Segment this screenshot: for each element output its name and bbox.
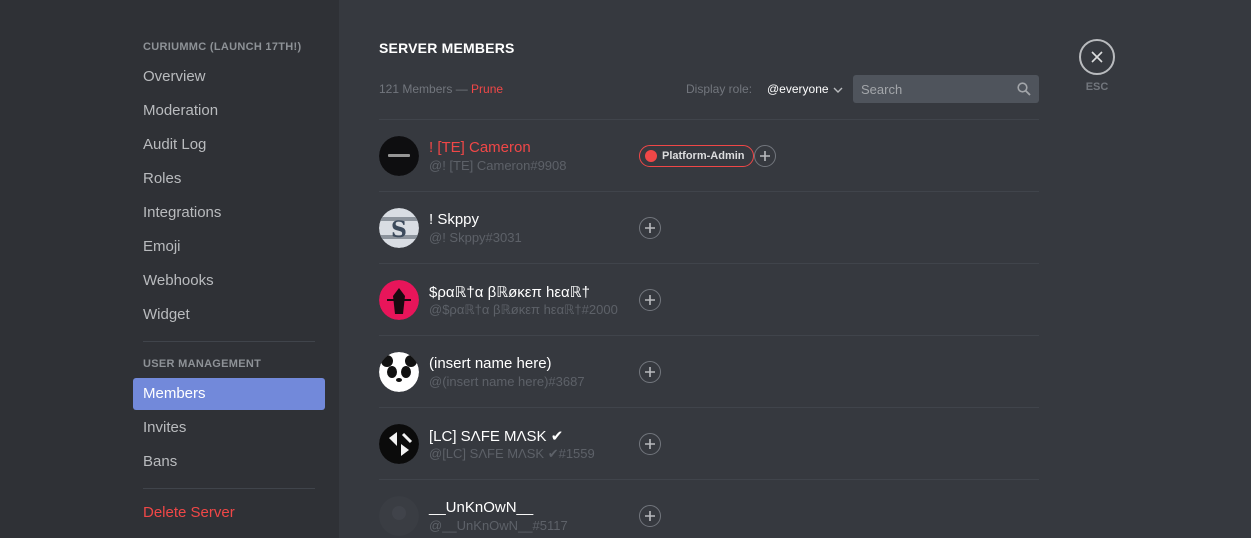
avatar[interactable] <box>379 136 419 176</box>
search-input[interactable] <box>853 75 1013 103</box>
sidebar-item-integrations[interactable]: Integrations <box>133 197 325 229</box>
add-role-button[interactable] <box>754 145 776 167</box>
server-name-header: CURIUMMC (LAUNCH 17TH!) <box>143 41 302 53</box>
add-role-button[interactable] <box>639 289 661 311</box>
member-row: [LC] SΛFE MΛSK ✔ @[LC] SΛFE MΛSK ✔#1559 <box>379 408 1039 480</box>
sidebar-item-audit-log[interactable]: Audit Log <box>133 129 325 161</box>
member-name[interactable]: $ραℝ†α βℝøκεπ hεαℝ† <box>429 283 590 301</box>
sidebar-item-emoji[interactable]: Emoji <box>133 231 325 263</box>
close-button[interactable] <box>1079 39 1115 75</box>
plus-icon <box>645 223 655 233</box>
member-row: $ραℝ†α βℝøκεπ hεαℝ† @$ραℝ†α βℝøκεπ hεαℝ†… <box>379 264 1039 336</box>
avatar[interactable]: S <box>379 208 419 248</box>
role-pill[interactable]: Platform-Admin <box>639 145 754 167</box>
search-box <box>853 75 1039 103</box>
sidebar-item-invites[interactable]: Invites <box>133 412 325 444</box>
user-management-header: USER MANAGEMENT <box>143 358 262 370</box>
add-role-button[interactable] <box>639 361 661 383</box>
member-name[interactable]: ! Skppy <box>429 211 479 228</box>
plus-icon <box>645 367 655 377</box>
prune-link[interactable]: Prune <box>471 82 503 96</box>
close-control: ESC <box>1079 39 1115 93</box>
member-tag: @[LC] SΛFE MΛSK ✔#1559 <box>429 446 595 461</box>
member-row: __UnKnOwN__ @__UnKnOwN__#5117 <box>379 480 1039 538</box>
add-role-button[interactable] <box>639 433 661 455</box>
plus-icon <box>760 151 770 161</box>
search-icon <box>1017 82 1031 96</box>
plus-icon <box>645 511 655 521</box>
page-title: SERVER MEMBERS <box>379 40 515 56</box>
member-name[interactable]: (insert name here) <box>429 355 552 372</box>
member-count: 121 Members — Prune <box>379 82 503 96</box>
sidebar-divider <box>143 341 315 342</box>
member-name[interactable]: ! [TE] Cameron <box>429 139 531 156</box>
member-name[interactable]: __UnKnOwN__ <box>429 499 533 516</box>
member-tag: @(insert name here)#3687 <box>429 374 585 389</box>
avatar[interactable] <box>379 280 419 320</box>
role-name: Platform-Admin <box>662 150 745 162</box>
add-role-button[interactable] <box>639 505 661 527</box>
member-tag: @! [TE] Cameron#9908 <box>429 158 567 173</box>
member-tag: @__UnKnOwN__#5117 <box>429 518 568 533</box>
add-role-button[interactable] <box>639 217 661 239</box>
member-row: (insert name here) @(insert name here)#3… <box>379 336 1039 408</box>
delete-server-button[interactable]: Delete Server <box>133 497 325 529</box>
role-color-dot[interactable] <box>645 150 657 162</box>
chevron-down-icon <box>833 87 843 93</box>
sidebar-item-roles[interactable]: Roles <box>133 163 325 195</box>
close-icon <box>1091 51 1103 63</box>
sidebar-item-members[interactable]: Members <box>133 378 325 410</box>
settings-sidebar: CURIUMMC (LAUNCH 17TH!) Overview Moderat… <box>0 0 339 538</box>
esc-label: ESC <box>1085 81 1109 93</box>
sidebar-divider <box>143 488 315 489</box>
display-role-select[interactable]: @everyone <box>767 82 843 96</box>
member-name[interactable]: [LC] SΛFE MΛSK ✔ <box>429 427 563 445</box>
svg-text:S: S <box>391 217 407 243</box>
avatar[interactable] <box>379 424 419 464</box>
sidebar-item-moderation[interactable]: Moderation <box>133 95 325 127</box>
display-role-label: Display role: <box>686 82 753 96</box>
sidebar-item-webhooks[interactable]: Webhooks <box>133 265 325 297</box>
sidebar-item-widget[interactable]: Widget <box>133 299 325 331</box>
plus-icon <box>645 295 655 305</box>
member-row: S ! Skppy @! Skppy#3031 <box>379 192 1039 264</box>
avatar[interactable] <box>379 496 419 536</box>
display-role-value: @everyone <box>767 82 829 96</box>
sidebar-item-bans[interactable]: Bans <box>133 446 325 478</box>
member-row: ! [TE] Cameron @! [TE] Cameron#9908 Plat… <box>379 120 1039 192</box>
sidebar-item-overview[interactable]: Overview <box>133 61 325 93</box>
members-panel: SERVER MEMBERS 121 Members — Prune Displ… <box>379 0 1039 538</box>
plus-icon <box>645 439 655 449</box>
member-tag: @$ραℝ†α βℝøκεπ hεαℝ†#2000 <box>429 302 618 317</box>
member-count-text: 121 Members — <box>379 82 468 96</box>
member-tag: @! Skppy#3031 <box>429 230 522 245</box>
avatar[interactable] <box>379 352 419 392</box>
